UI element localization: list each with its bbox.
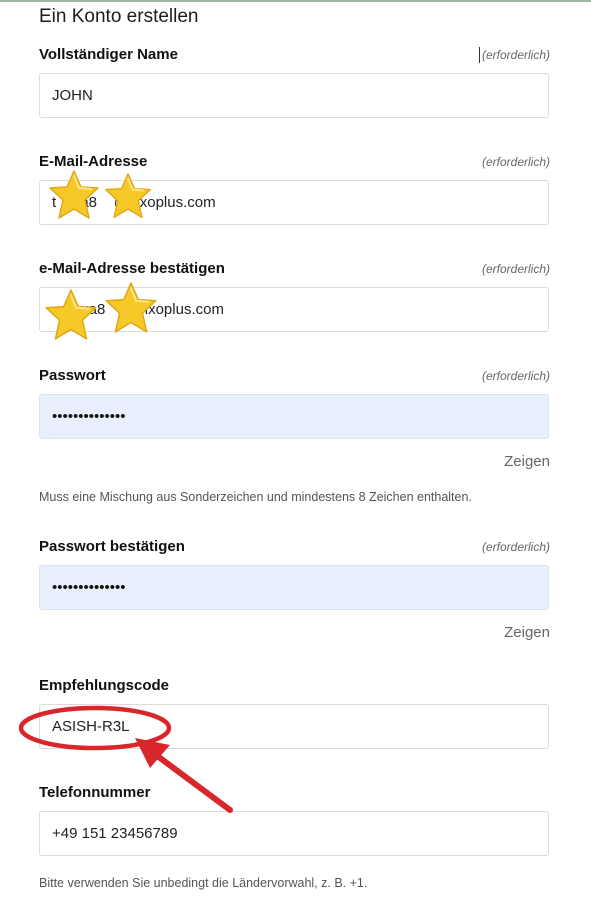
phone-hint: Bitte verwenden Sie unbedingt die Länder…: [39, 876, 368, 890]
referral-code-label: Empfehlungscode: [39, 677, 170, 694]
referral-code-input[interactable]: ASISH-R3L: [39, 704, 549, 749]
star-emoji-icon: [49, 170, 99, 219]
top-border-line: [0, 0, 591, 2]
password-confirm-required-note: (erforderlich): [481, 540, 550, 554]
full-name-required-note: (erforderlich): [481, 48, 550, 62]
password-input[interactable]: ••••••••••••••: [39, 394, 549, 439]
email-confirm-required-note: (erforderlich): [481, 262, 550, 276]
full-name-input[interactable]: JOHN: [39, 73, 549, 118]
star-emoji-icon: [105, 173, 151, 219]
email-confirm-label: e-Mail-Adresse bestätigen: [39, 260, 225, 277]
password-confirm-label: Passwort bestätigen: [39, 538, 185, 555]
phone-value: +49 151 23456789: [52, 825, 178, 842]
show-password-confirm-link[interactable]: Zeigen: [504, 624, 550, 641]
referral-code-value: ASISH-R3L: [52, 718, 130, 735]
password-hint: Muss eine Mischung aus Sonderzeichen und…: [39, 490, 472, 504]
password-confirm-masked-value: ••••••••••••••: [52, 579, 126, 596]
password-masked-value: ••••••••••••••: [52, 408, 126, 425]
password-confirm-input[interactable]: ••••••••••••••: [39, 565, 549, 610]
star-emoji-icon: [105, 282, 157, 333]
password-label: Passwort: [39, 367, 106, 384]
referral-highlight-annotation: [18, 705, 233, 813]
phone-input[interactable]: +49 151 23456789: [39, 811, 549, 856]
full-name-value: JOHN: [52, 87, 93, 104]
password-required-note: (erforderlich): [481, 369, 550, 383]
show-password-link[interactable]: Zeigen: [504, 453, 550, 470]
text-cursor: [479, 47, 480, 63]
page-title: Ein Konto erstellen: [39, 6, 199, 27]
phone-label: Telefonnummer: [39, 784, 151, 801]
star-emoji-icon: [45, 289, 97, 340]
email-required-note: (erforderlich): [481, 155, 550, 169]
full-name-label: Vollständiger Name: [39, 46, 178, 63]
